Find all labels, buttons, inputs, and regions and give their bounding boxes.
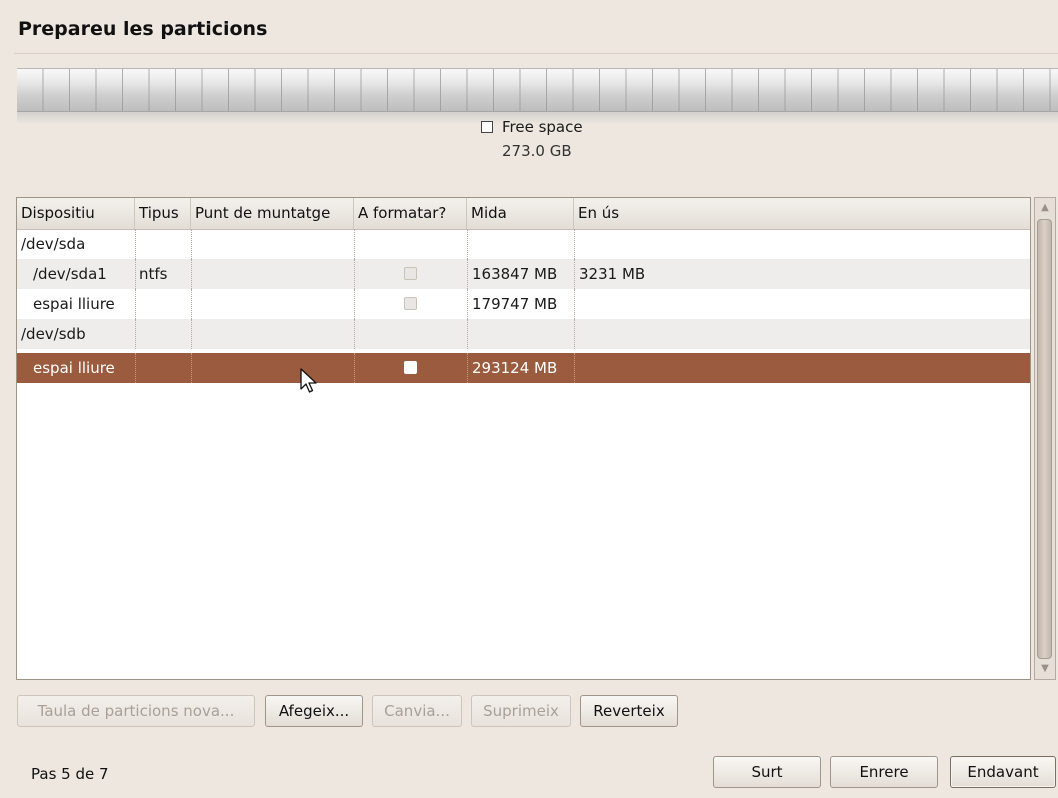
free-space-swatch: [481, 121, 493, 133]
device-cell: espai lliure: [33, 295, 115, 313]
format-checkbox[interactable]: [404, 361, 417, 374]
size-cell: 293124 MB: [472, 359, 558, 377]
disk-usage-bar: [17, 68, 1058, 112]
column-header-device[interactable]: Dispositiu: [17, 198, 135, 229]
scroll-down-icon[interactable]: ▼: [1035, 659, 1055, 679]
type-cell: ntfs: [139, 265, 168, 283]
partition-table[interactable]: Dispositiu Tipus Punt de muntatge A form…: [16, 197, 1031, 680]
free-space-size: 273.0 GB: [502, 142, 572, 160]
scroll-up-icon[interactable]: ▲: [1035, 198, 1055, 218]
table-row[interactable]: /dev/sda1 ntfs 163847 MB 3231 MB: [17, 259, 1030, 289]
column-header-size[interactable]: Mida: [467, 198, 574, 229]
column-header-format[interactable]: A formatar?: [354, 198, 467, 229]
change-partition-button[interactable]: Canvia...: [372, 695, 462, 727]
mouse-cursor-icon: [300, 368, 317, 393]
title-divider: [14, 53, 1058, 54]
add-partition-button[interactable]: Afegeix...: [265, 695, 363, 727]
device-cell: /dev/sdb: [21, 325, 86, 343]
delete-partition-button[interactable]: Suprimeix: [471, 695, 571, 727]
device-cell: /dev/sda1: [33, 265, 107, 283]
size-cell: 179747 MB: [472, 295, 558, 313]
forward-button[interactable]: Endavant: [950, 756, 1056, 788]
table-header: Dispositiu Tipus Punt de muntatge A form…: [17, 198, 1030, 230]
table-scrollbar[interactable]: ▲ ▼: [1034, 197, 1056, 680]
used-cell: 3231 MB: [579, 265, 646, 283]
column-header-type[interactable]: Tipus: [135, 198, 191, 229]
device-cell: /dev/sda: [21, 235, 86, 253]
new-partition-table-button[interactable]: Taula de particions nova...: [17, 695, 255, 727]
size-cell: 163847 MB: [472, 265, 558, 283]
device-cell: espai lliure: [33, 359, 115, 377]
scroll-thumb[interactable]: [1037, 219, 1052, 659]
column-header-mount[interactable]: Punt de muntatge: [191, 198, 354, 229]
step-indicator: Pas 5 de 7: [31, 765, 109, 783]
quit-button[interactable]: Surt: [713, 756, 821, 788]
column-header-used[interactable]: En ús: [574, 198, 878, 229]
page-title: Prepareu les particions: [18, 18, 268, 40]
revert-button[interactable]: Reverteix: [580, 695, 678, 727]
back-button[interactable]: Enrere: [830, 756, 938, 788]
table-row[interactable]: /dev/sda: [17, 229, 1030, 259]
table-row[interactable]: /dev/sdb: [17, 319, 1030, 349]
format-checkbox[interactable]: [404, 297, 417, 310]
free-space-label: Free space: [502, 118, 583, 136]
format-checkbox[interactable]: [404, 267, 417, 280]
table-row[interactable]: espai lliure 179747 MB: [17, 289, 1030, 319]
table-row-selected[interactable]: espai lliure 293124 MB: [17, 353, 1030, 383]
